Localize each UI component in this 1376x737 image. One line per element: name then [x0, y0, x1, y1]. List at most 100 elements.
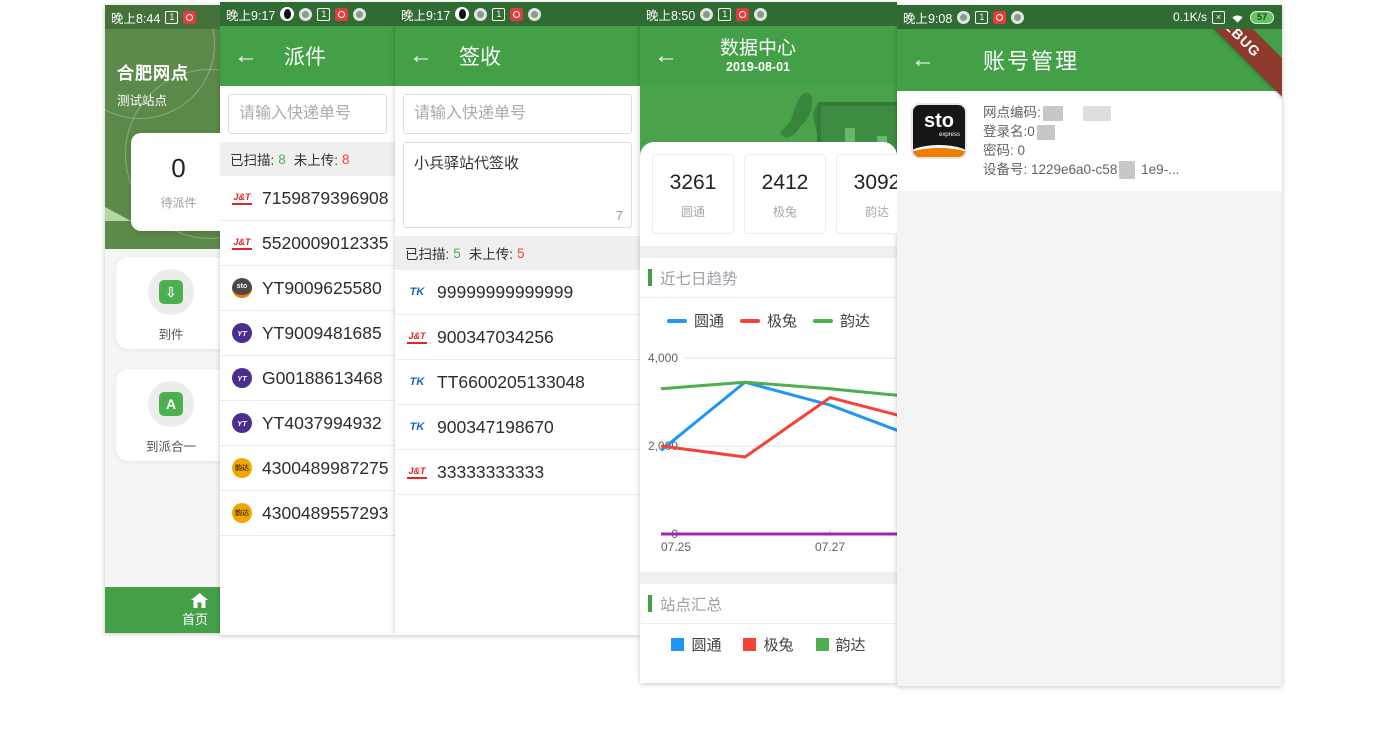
legend-item[interactable]: 韵达 [813, 310, 870, 331]
legend-square-swatch [743, 638, 756, 651]
legend-line-swatch [740, 319, 760, 323]
stat-card[interactable]: 3092 韵达 [836, 154, 897, 234]
stat-label: 韵达 [837, 203, 897, 220]
courier-logo-icon: TK [407, 372, 427, 392]
tracking-number: YT9009625580 [262, 278, 382, 299]
scanned-count: 8 [278, 152, 286, 167]
bottom-nav[interactable]: 首页 [105, 587, 220, 633]
account-card[interactable]: sto express 网点编码: 登录名:0 密码: 0 设备号: 1229e… [897, 91, 1282, 191]
redacted-value [1043, 106, 1063, 121]
tracking-number: 5520009012335 [262, 233, 389, 254]
stat-value: 3261 [653, 171, 733, 195]
app-icon [353, 8, 366, 21]
tracking-list-item[interactable]: YT G00188613468 [220, 356, 395, 401]
arrive-dispatch-combined-card[interactable]: A 到派合一 [116, 369, 220, 461]
trend-section-header: 近七日趋势 [640, 258, 897, 298]
stat-card[interactable]: 2412 极兔 [744, 154, 826, 234]
unuploaded-count: 8 [342, 152, 350, 167]
combined-icon-circle: A [148, 381, 194, 427]
password-line: 密码: 0 [983, 141, 1179, 160]
tracking-list-item[interactable]: TK 900347198670 [395, 405, 640, 450]
legend-item[interactable]: 韵达 [816, 634, 866, 655]
tracking-list-item[interactable]: J&T 7159879396908 [220, 176, 395, 221]
summary-section-title: 站点汇总 [660, 593, 722, 615]
section-accent-bar [648, 595, 652, 612]
tracking-number: 4300489987275 [262, 458, 389, 479]
courier-logo-icon: TK [407, 282, 427, 302]
courier-logo-icon: TK [407, 417, 427, 437]
sign-screen-panel: 晚上9:17 1 ← 签收 小兵驿站代签收 7 已扫描: 5 未上传: 5 TK… [395, 2, 640, 635]
device-id-tail: 1e9-... [1141, 162, 1179, 177]
tracking-list-item[interactable]: J&T 900347034256 [395, 315, 640, 360]
tracking-list: J&T 7159879396908 J&T 5520009012335 sto … [220, 176, 395, 536]
sign-note-textarea[interactable]: 小兵驿站代签收 7 [403, 142, 632, 228]
tracking-number: 7159879396908 [262, 188, 389, 209]
tracking-list-item[interactable]: J&T 5520009012335 [220, 221, 395, 266]
device-line: 设备号: 1229e6a0-c58 1e9-... [983, 160, 1179, 179]
tracking-search-input[interactable] [403, 94, 632, 134]
dispatch-screen-panel: 晚上9:17 1 ← 派件 已扫描: 8 未上传: 8 J&T 71598793… [220, 2, 395, 635]
app-icon [299, 8, 312, 21]
tracking-number: 33333333333 [437, 462, 544, 483]
search-area [395, 86, 640, 142]
tracking-list-item[interactable]: YT YT9009481685 [220, 311, 395, 356]
tracking-list-item[interactable]: sto YT9009625580 [220, 266, 395, 311]
courier-logo-icon: J&T [407, 465, 427, 479]
sto-logo-text: sto [913, 110, 965, 133]
tracking-list-item[interactable]: TK 99999999999999 [395, 270, 640, 315]
arrival-card[interactable]: ⇩ 到件 [116, 257, 220, 349]
legend-label: 韵达 [840, 310, 870, 331]
header: ← 派件 [220, 26, 395, 86]
tracking-list-item[interactable]: J&T 33333333333 [395, 450, 640, 495]
tracking-list-item[interactable]: TK TT6600205133048 [395, 360, 640, 405]
legend-item[interactable]: 圆通 [667, 310, 724, 331]
home-icon [191, 593, 208, 608]
header-title-group: 数据中心 2019-08-01 [720, 38, 796, 74]
page-title: 账号管理 [983, 44, 1079, 76]
tracking-number: 4300489557293 [262, 503, 389, 524]
pending-dispatch-card[interactable]: 0 待派件 [131, 133, 220, 231]
sign-note-text: 小兵驿站代签收 [414, 155, 519, 172]
svg-text:07.25: 07.25 [661, 540, 691, 554]
app-icon [754, 8, 767, 21]
legend-square-swatch [816, 638, 829, 651]
tracking-number: 900347198670 [437, 417, 554, 438]
stat-card[interactable]: 3261 圆通 [652, 154, 734, 234]
status-time: 晚上9:17 [401, 5, 450, 24]
trend-chart-svg: 4,0002,000007.2507.27 [640, 335, 897, 567]
tracking-list-item[interactable]: YT YT4037994932 [220, 401, 395, 446]
tracking-list-item[interactable]: 韵达 4300489987275 [220, 446, 395, 491]
back-arrow-icon[interactable]: ← [654, 44, 678, 68]
report-date: 2019-08-01 [720, 60, 796, 74]
svg-text:07.27: 07.27 [815, 540, 845, 554]
site-code-line: 网点编码: [983, 103, 1179, 122]
courier-logo-icon: YT [232, 413, 252, 433]
back-arrow-icon[interactable]: ← [234, 44, 258, 68]
back-arrow-icon[interactable]: ← [911, 48, 935, 72]
back-arrow-icon[interactable]: ← [409, 44, 433, 68]
stat-label: 圆通 [653, 203, 733, 220]
status-bar: 晚上8:44 1 [105, 5, 220, 29]
courier-logo-icon: J&T [232, 191, 252, 205]
stat-value: 3092 [837, 171, 897, 195]
divider-strip [640, 572, 897, 584]
tracking-number: YT4037994932 [262, 413, 382, 434]
summary-section-header: 站点汇总 [640, 584, 897, 624]
legend-label: 圆通 [694, 310, 724, 331]
tracking-search-input[interactable] [228, 94, 387, 134]
courier-logo-icon: YT [232, 368, 252, 388]
tracking-list-item[interactable]: 韵达 4300489557293 [220, 491, 395, 536]
status-time: 晚上8:44 [111, 8, 160, 27]
combined-label: 到派合一 [116, 436, 220, 455]
legend-item[interactable]: 极兔 [740, 310, 797, 331]
status-time: 晚上9:17 [226, 5, 275, 24]
legend-item[interactable]: 圆通 [671, 634, 721, 655]
pending-count: 0 [131, 153, 220, 184]
trend-legend: 圆通 极兔 韵达 [640, 298, 897, 335]
arrival-label: 到件 [116, 324, 220, 343]
inbox-arrow-icon: ⇩ [159, 280, 183, 304]
trend-line-chart: 4,0002,000007.2507.27 [640, 335, 897, 572]
unuploaded-count: 5 [517, 246, 525, 261]
legend-item[interactable]: 极兔 [743, 634, 793, 655]
notification-icon: 1 [718, 8, 731, 21]
